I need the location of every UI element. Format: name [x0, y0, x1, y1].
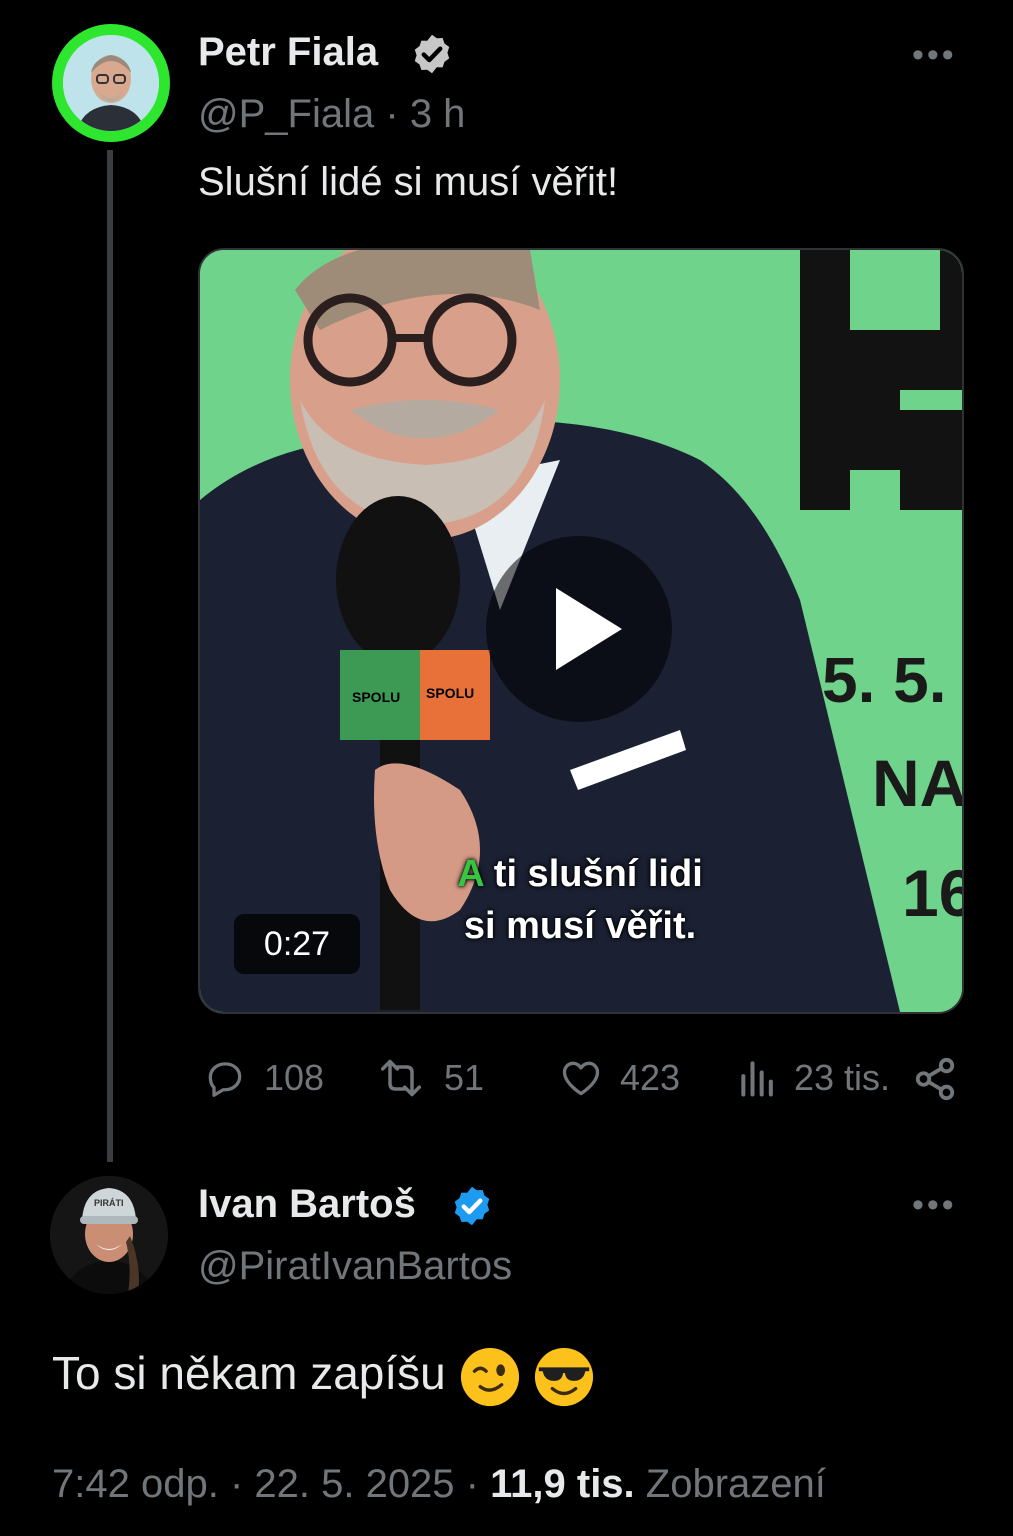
avatar-photo	[63, 35, 159, 131]
meta-separator: ·	[454, 1462, 491, 1506]
views-count: 23 tis.	[794, 1057, 891, 1098]
timestamp[interactable]: 3 h	[410, 92, 466, 136]
reply-button[interactable]: 108	[200, 1056, 324, 1100]
reply-tweet-text-row: To si někam zapíšu	[52, 1346, 595, 1408]
repost-icon	[380, 1059, 422, 1097]
views-button[interactable]: 23 tis.	[736, 1056, 890, 1100]
video-caption: A ti slušní lidi si musí věřit.	[410, 848, 750, 952]
reply-tweet-text: To si někam zapíšu	[52, 1347, 446, 1400]
author-avatar[interactable]	[52, 24, 170, 142]
bg-text-na: NA	[872, 746, 962, 820]
meta-separator: ·	[218, 1462, 255, 1506]
author-handle[interactable]: @P_Fiala	[198, 92, 374, 136]
views-icon	[741, 1061, 773, 1097]
post-meta: 7:42 odp. · 22. 5. 2025 · 11,9 tis. Zobr…	[52, 1462, 826, 1507]
reply-icon	[208, 1062, 242, 1097]
video-duration: 0:27	[234, 914, 360, 974]
post-time[interactable]: 7:42 odp.	[52, 1462, 219, 1506]
reply-count: 108	[264, 1057, 325, 1098]
play-icon	[556, 588, 622, 670]
reply-more-options-button[interactable]: •••	[912, 1186, 957, 1225]
heart-icon	[562, 1061, 600, 1096]
avatar-photo: PIRÁTI	[50, 1176, 168, 1294]
views-total: 11,9 tis.	[490, 1462, 635, 1506]
thread-line	[107, 150, 113, 1162]
separator: ·	[385, 92, 399, 136]
more-options-button[interactable]: •••	[912, 36, 957, 75]
bg-text-number: 16	[902, 856, 962, 930]
reply-author-avatar[interactable]: PIRÁTI	[50, 1176, 168, 1294]
like-button[interactable]: 423	[556, 1056, 680, 1100]
verified-badge-icon	[414, 34, 450, 74]
share-icon[interactable]	[912, 1056, 958, 1102]
views-label: Zobrazení	[634, 1462, 826, 1506]
bg-text-date: 5. 5.	[822, 644, 947, 716]
author-handle-row: @P_Fiala · 3 h	[198, 92, 465, 137]
reply-author-handle[interactable]: @PiratIvanBartos	[198, 1244, 512, 1289]
smiling-face-with-sunglasses-icon	[535, 1347, 594, 1407]
author-name[interactable]: Petr Fiala	[198, 30, 378, 75]
post-date[interactable]: 22. 5. 2025	[254, 1462, 454, 1506]
mic-label-orange: SPOLU	[426, 685, 474, 701]
repost-button[interactable]: 51	[372, 1056, 484, 1100]
caption-line1: ti slušní lidi	[483, 853, 703, 895]
cap-label: PIRÁTI	[94, 1198, 124, 1208]
reply-author-name[interactable]: Ivan Bartoš	[198, 1182, 416, 1227]
play-button[interactable]	[486, 536, 672, 722]
caption-accent-word: A	[457, 853, 484, 895]
like-count: 423	[620, 1057, 681, 1098]
repost-count: 51	[444, 1057, 485, 1098]
verified-badge-icon	[454, 1186, 490, 1226]
winking-face-icon	[460, 1347, 519, 1407]
caption-line2: si musí věřit.	[463, 905, 697, 947]
tweet-text: Slušní lidé si musí věřit!	[198, 160, 619, 204]
mic-label-green: SPOLU	[352, 689, 400, 705]
